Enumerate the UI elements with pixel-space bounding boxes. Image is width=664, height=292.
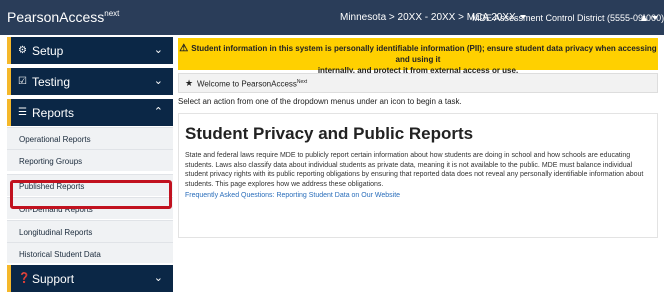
chevron-down-icon: ⌄ bbox=[153, 272, 163, 284]
gear-icon: ⚙ bbox=[18, 45, 27, 56]
sidebar-item-label: Longitudinal Reports bbox=[19, 228, 93, 237]
article-title: Student Privacy and Public Reports bbox=[185, 124, 474, 143]
sidebar-item-label: Operational Reports bbox=[19, 135, 91, 144]
sidebar-section-testing[interactable]: ☑ Testing ⌄ bbox=[7, 68, 173, 95]
welcome-text: Welcome to PearsonAccessNext bbox=[197, 79, 308, 89]
sidebar-item-reporting-groups[interactable]: Reporting Groups bbox=[7, 149, 173, 171]
star-icon: ★ bbox=[185, 78, 194, 88]
alert-text-line1: Student information in this system is pe… bbox=[191, 44, 657, 64]
sidebar-item-longitudinal-reports[interactable]: Longitudinal Reports bbox=[7, 220, 173, 242]
list-icon: ☰ bbox=[18, 107, 27, 118]
task-instruction: Select an action from one of the dropdow… bbox=[178, 97, 462, 106]
sidebar-section-setup[interactable]: ⚙ Setup ⌄ bbox=[7, 37, 173, 64]
top-navigation-bar: PearsonAccessnext Minnesota > 20XX - 20X… bbox=[0, 0, 664, 35]
chevron-down-icon: ⌄ bbox=[153, 44, 163, 56]
welcome-bar: ★ Welcome to PearsonAccessNext bbox=[178, 73, 658, 93]
sidebar-section-label: Reports bbox=[32, 106, 75, 120]
sidebar-section-label: Testing bbox=[32, 75, 71, 89]
sidebar-section-reports[interactable]: ☰ Reports ⌃ bbox=[7, 99, 173, 126]
highlight-box bbox=[10, 180, 172, 209]
sidebar-item-label: Reporting Groups bbox=[19, 157, 83, 166]
user-menu[interactable]: ♟ bbox=[640, 13, 659, 24]
sidebar-item-operational-reports[interactable]: Operational Reports bbox=[7, 127, 173, 149]
privacy-article-card: Student Privacy and Public Reports State… bbox=[178, 113, 658, 238]
user-icon: ♟ bbox=[640, 13, 649, 23]
help-icon: ❓ bbox=[18, 273, 31, 284]
chevron-down-icon bbox=[652, 16, 659, 20]
chevron-up-icon: ⌃ bbox=[153, 106, 163, 118]
pii-alert-banner: ⚠ Student information in this system is p… bbox=[178, 38, 658, 75]
article-body: State and federal laws require MDE to pu… bbox=[185, 152, 644, 188]
brand-logo[interactable]: PearsonAccessnext bbox=[7, 9, 119, 25]
organization-selector[interactable]: MDE Assessment Control District (5555-09… bbox=[472, 13, 664, 23]
warning-icon: ⚠ bbox=[179, 43, 189, 54]
sidebar-item-historical-student-data[interactable] bbox=[7, 243, 173, 250]
sidebar-section-support[interactable]: ❓ Support ⌄ bbox=[7, 265, 173, 292]
faq-link[interactable]: Frequently Asked Questions: Reporting St… bbox=[185, 192, 400, 199]
chevron-down-icon: ⌄ bbox=[153, 75, 163, 87]
main-content: ⚠ Student information in this system is p… bbox=[178, 35, 664, 250]
sidebar-item-label: Historical Student Data bbox=[19, 250, 101, 259]
sidebar-section-label: Support bbox=[32, 272, 75, 286]
checkbox-icon: ☑ bbox=[18, 76, 27, 87]
sidebar-section-label: Setup bbox=[32, 44, 64, 58]
sidebar: ⚙ Setup ⌄ ☑ Testing ⌄ ☰ Reports ⌃ Operat… bbox=[7, 35, 173, 250]
